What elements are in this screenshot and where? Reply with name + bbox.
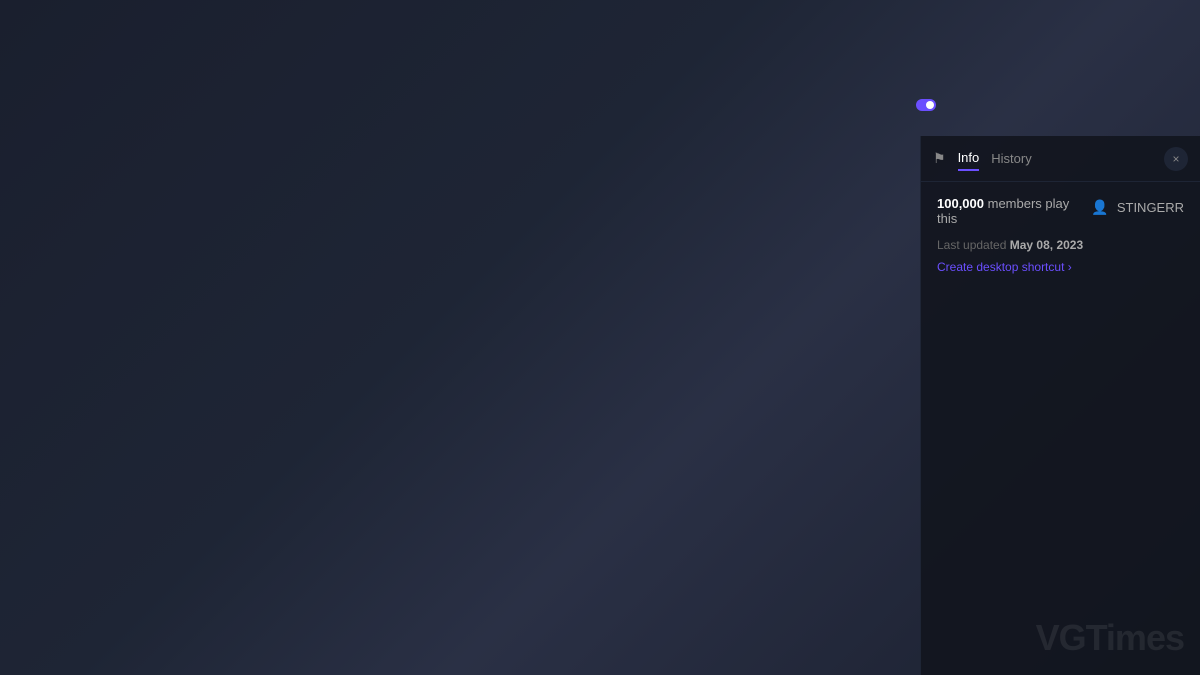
members-number: 100,000 [937,196,984,211]
flag-icon: ⚑ [933,150,946,167]
last-updated-label: Last updated [937,238,1006,252]
username-info: STINGERR [1117,200,1184,215]
user-row: 👤 STINGERR [1091,199,1184,216]
info-panel: ⚑ Info History × 100,000 members play th… [920,136,1200,675]
info-content: 100,000 members play this 👤 STINGERR Las… [921,182,1200,288]
tab-history[interactable]: History [991,147,1031,170]
last-updated: Last updated May 08, 2023 [937,238,1184,252]
members-count: 100,000 members play this [937,196,1091,226]
tab-info[interactable]: Info [958,146,980,171]
close-panel-button[interactable]: × [1164,147,1188,171]
vgtimes-watermark: VGTimes [1036,617,1184,659]
user-icon-info: 👤 [1091,199,1108,216]
info-panel-tabs: ⚑ Info History × [921,136,1200,182]
create-shortcut-link[interactable]: Create desktop shortcut › [937,260,1184,274]
last-updated-date: May 08, 2023 [1010,238,1083,252]
save-mods-toggle [916,99,936,111]
